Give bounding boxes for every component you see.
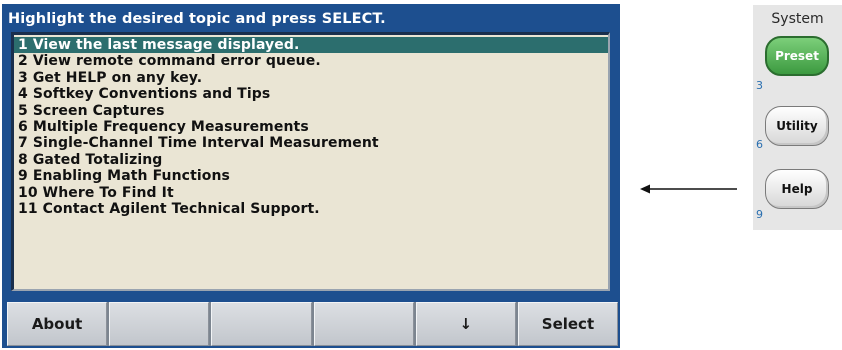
help-topic-4[interactable]: 4 Softkey Conventions and Tips (14, 86, 608, 102)
help-key-number: 9 (756, 208, 763, 221)
help-topic-11[interactable]: 11 Contact Agilent Technical Support. (14, 201, 608, 217)
help-topic-9[interactable]: 9 Enabling Math Functions (14, 168, 608, 184)
screen-title: Highlight the desired topic and press SE… (8, 11, 386, 27)
help-topics-panel: 1 View the last message displayed. 2 Vie… (11, 32, 610, 291)
help-topic-5[interactable]: 5 Screen Captures (14, 103, 608, 119)
softkey-4-blank[interactable] (313, 302, 414, 346)
softkey-bar: About ↓ Select (7, 302, 619, 346)
system-group-label: System (771, 11, 824, 27)
instrument-screen: Highlight the desired topic and press SE… (2, 4, 620, 348)
softkey-2-blank[interactable] (109, 302, 210, 346)
help-key[interactable]: Help (765, 169, 829, 209)
help-topic-7[interactable]: 7 Single-Channel Time Interval Measureme… (14, 135, 608, 151)
softkey-select[interactable]: Select (517, 302, 619, 346)
help-topic-10[interactable]: 10 Where To Find It (14, 185, 608, 201)
help-topic-3[interactable]: 3 Get HELP on any key. (14, 70, 608, 86)
utility-key-number: 6 (756, 138, 763, 151)
preset-key-number: 3 (756, 79, 763, 92)
help-topic-6[interactable]: 6 Multiple Frequency Measurements (14, 119, 608, 135)
help-topic-1[interactable]: 1 View the last message displayed. (14, 37, 608, 54)
utility-key[interactable]: Utility (765, 106, 829, 146)
help-topic-2[interactable]: 2 View remote command error queue. (14, 53, 608, 69)
softkey-about[interactable]: About (7, 302, 108, 346)
softkey-down-arrow[interactable]: ↓ (415, 302, 516, 346)
left-arrow-icon (640, 184, 737, 194)
help-topic-list: 1 View the last message displayed. 2 Vie… (14, 35, 608, 217)
preset-key[interactable]: Preset (765, 36, 829, 76)
help-topic-8[interactable]: 8 Gated Totalizing (14, 152, 608, 168)
softkey-3-blank[interactable] (211, 302, 312, 346)
front-panel-system-keys: System Preset 3 Utility 6 Help 9 (753, 5, 842, 230)
